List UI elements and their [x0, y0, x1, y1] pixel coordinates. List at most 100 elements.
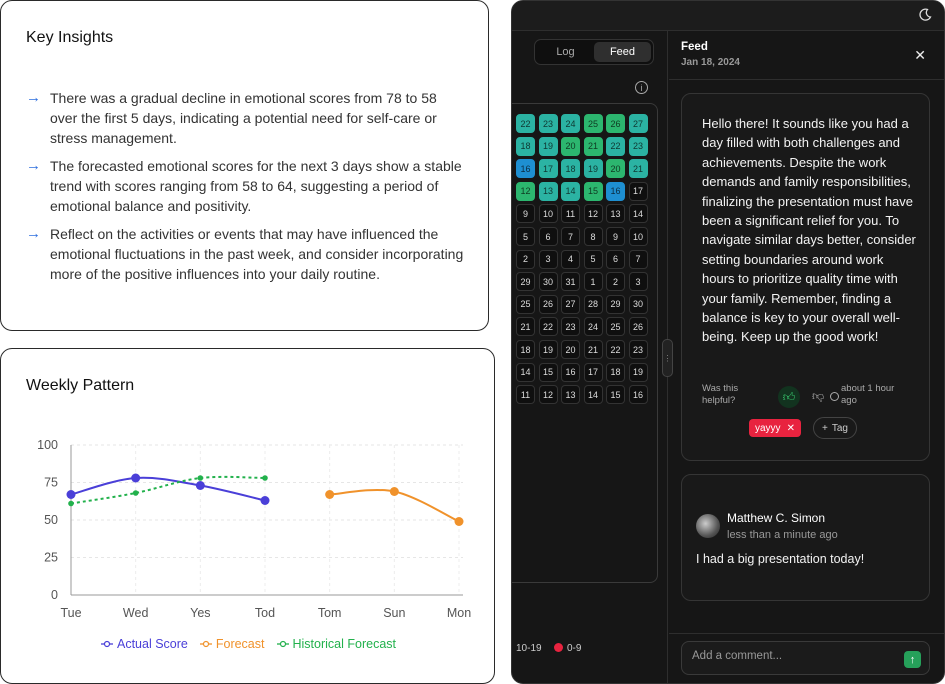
calendar-day[interactable]: 26 — [606, 114, 625, 133]
calendar-day[interactable]: 9 — [606, 227, 625, 246]
calendar-day[interactable]: 25 — [606, 317, 625, 337]
legend-item: Actual Score — [100, 637, 188, 651]
data-point — [131, 473, 141, 483]
calendar-day[interactable]: 31 — [561, 272, 580, 292]
send-icon[interactable]: ↑ — [904, 651, 921, 668]
calendar-day[interactable]: 16 — [606, 181, 625, 201]
calendar-day[interactable]: 16 — [628, 385, 648, 405]
calendar-day[interactable]: 19 — [538, 340, 558, 359]
calendar-day[interactable]: 30 — [538, 272, 558, 292]
arrow-right-icon: → — [26, 225, 41, 242]
calendar-day[interactable]: 20 — [561, 340, 580, 359]
calendar-day[interactable]: 26 — [628, 317, 648, 337]
calendar-day[interactable]: 24 — [583, 317, 603, 337]
calendar-day[interactable]: 2 — [516, 249, 535, 269]
calendar-day[interactable]: 12 — [538, 385, 558, 405]
calendar-day[interactable]: 9 — [516, 204, 535, 224]
calendar-day[interactable]: 18 — [516, 340, 535, 359]
insight-text: There was a gradual decline in emotional… — [50, 90, 437, 146]
calendar-day[interactable]: 18 — [561, 159, 580, 179]
data-point — [389, 487, 399, 496]
calendar-day[interactable]: 24 — [561, 114, 580, 133]
remove-tag-icon[interactable]: ✕ — [787, 423, 795, 434]
calendar-day[interactable]: 4 — [561, 249, 580, 269]
calendar-day[interactable]: 27 — [628, 114, 648, 133]
moon-icon[interactable] — [918, 8, 932, 22]
calendar-day[interactable]: 13 — [538, 181, 558, 201]
calendar-day[interactable]: 19 — [628, 362, 648, 382]
calendar-day[interactable]: 17 — [583, 362, 603, 382]
calendar-day[interactable]: 23 — [538, 114, 558, 133]
calendar-day[interactable]: 30 — [628, 294, 648, 314]
comment-input[interactable] — [692, 650, 892, 662]
calendar-day[interactable]: 13 — [561, 385, 580, 405]
series-line — [70, 475, 266, 505]
calendar-day[interactable]: 29 — [606, 294, 625, 314]
calendar-day[interactable]: 11 — [561, 204, 580, 224]
calendar-day[interactable]: 12 — [516, 181, 535, 201]
calendar-day[interactable]: 22 — [516, 114, 535, 133]
calendar-day[interactable]: 25 — [583, 114, 603, 133]
calendar-day[interactable]: 6 — [538, 227, 558, 246]
calendar-day[interactable]: 18 — [606, 362, 625, 382]
calendar-day[interactable]: 8 — [583, 227, 603, 246]
calendar-day[interactable]: 21 — [516, 317, 535, 337]
calendar-day[interactable]: 5 — [583, 249, 603, 269]
calendar-day[interactable]: 23 — [561, 317, 580, 337]
thumbs-down-icon[interactable]: 👎︎ — [812, 389, 824, 404]
calendar-day[interactable]: 17 — [628, 181, 648, 201]
calendar-day[interactable]: 29 — [516, 272, 535, 292]
calendar-day[interactable]: 13 — [606, 204, 625, 224]
calendar-day[interactable]: 19 — [538, 136, 558, 156]
calendar-day[interactable]: 22 — [538, 317, 558, 337]
calendar-day[interactable]: 15 — [606, 385, 625, 405]
calendar-day[interactable]: 10 — [538, 204, 558, 224]
close-icon[interactable]: ✕ — [914, 47, 926, 64]
calendar-day[interactable]: 2 — [606, 272, 625, 292]
calendar-day[interactable]: 7 — [561, 227, 580, 246]
calendar-day[interactable]: 12 — [583, 204, 603, 224]
calendar-day[interactable]: 17 — [538, 159, 558, 179]
calendar-day[interactable]: 21 — [628, 159, 648, 179]
data-point — [66, 490, 76, 499]
calendar-day[interactable]: 14 — [516, 362, 535, 382]
info-icon[interactable]: i — [635, 81, 648, 94]
thumbs-up-icon[interactable]: 👍︎ — [778, 386, 800, 408]
arrow-right-icon: → — [26, 89, 41, 106]
calendar-day[interactable]: 25 — [516, 294, 535, 314]
calendar-day[interactable]: 14 — [583, 385, 603, 405]
ai-message-text: Hello there! It sounds like you had a da… — [702, 116, 916, 345]
calendar-day[interactable]: 14 — [561, 181, 580, 201]
calendar-day[interactable]: 3 — [538, 249, 558, 269]
calendar-day[interactable]: 14 — [628, 204, 648, 224]
add-tag-button[interactable]: + Tag — [813, 417, 857, 439]
calendar-day[interactable]: 22 — [606, 340, 625, 359]
calendar-day[interactable]: 11 — [516, 385, 535, 405]
calendar-day[interactable]: 23 — [628, 340, 648, 359]
legend-item: Historical Forecast — [276, 637, 396, 651]
calendar-day[interactable]: 21 — [583, 136, 603, 156]
calendar-day[interactable]: 27 — [561, 294, 580, 314]
calendar-day[interactable]: 16 — [516, 159, 535, 179]
calendar-day[interactable]: 10 — [628, 227, 648, 246]
tab-feed[interactable]: Feed — [594, 42, 651, 62]
tab-log[interactable]: Log — [537, 42, 594, 62]
calendar-day[interactable]: 5 — [516, 227, 535, 246]
data-point — [195, 481, 205, 490]
calendar-day[interactable]: 28 — [583, 294, 603, 314]
calendar-day[interactable]: 6 — [606, 249, 625, 269]
calendar-day[interactable]: 21 — [583, 340, 603, 359]
calendar-day[interactable]: 1 — [583, 272, 603, 292]
calendar-day[interactable]: 19 — [583, 159, 603, 179]
calendar-day[interactable]: 3 — [628, 272, 648, 292]
calendar-day[interactable]: 18 — [516, 136, 535, 156]
calendar-day[interactable]: 20 — [606, 159, 625, 179]
calendar-day[interactable]: 15 — [538, 362, 558, 382]
calendar-day[interactable]: 16 — [561, 362, 580, 382]
calendar-day[interactable]: 23 — [628, 136, 648, 156]
calendar-day[interactable]: 7 — [628, 249, 648, 269]
calendar-day[interactable]: 22 — [606, 136, 625, 156]
calendar-day[interactable]: 15 — [583, 181, 603, 201]
calendar-day[interactable]: 20 — [561, 136, 580, 156]
calendar-day[interactable]: 26 — [538, 294, 558, 314]
